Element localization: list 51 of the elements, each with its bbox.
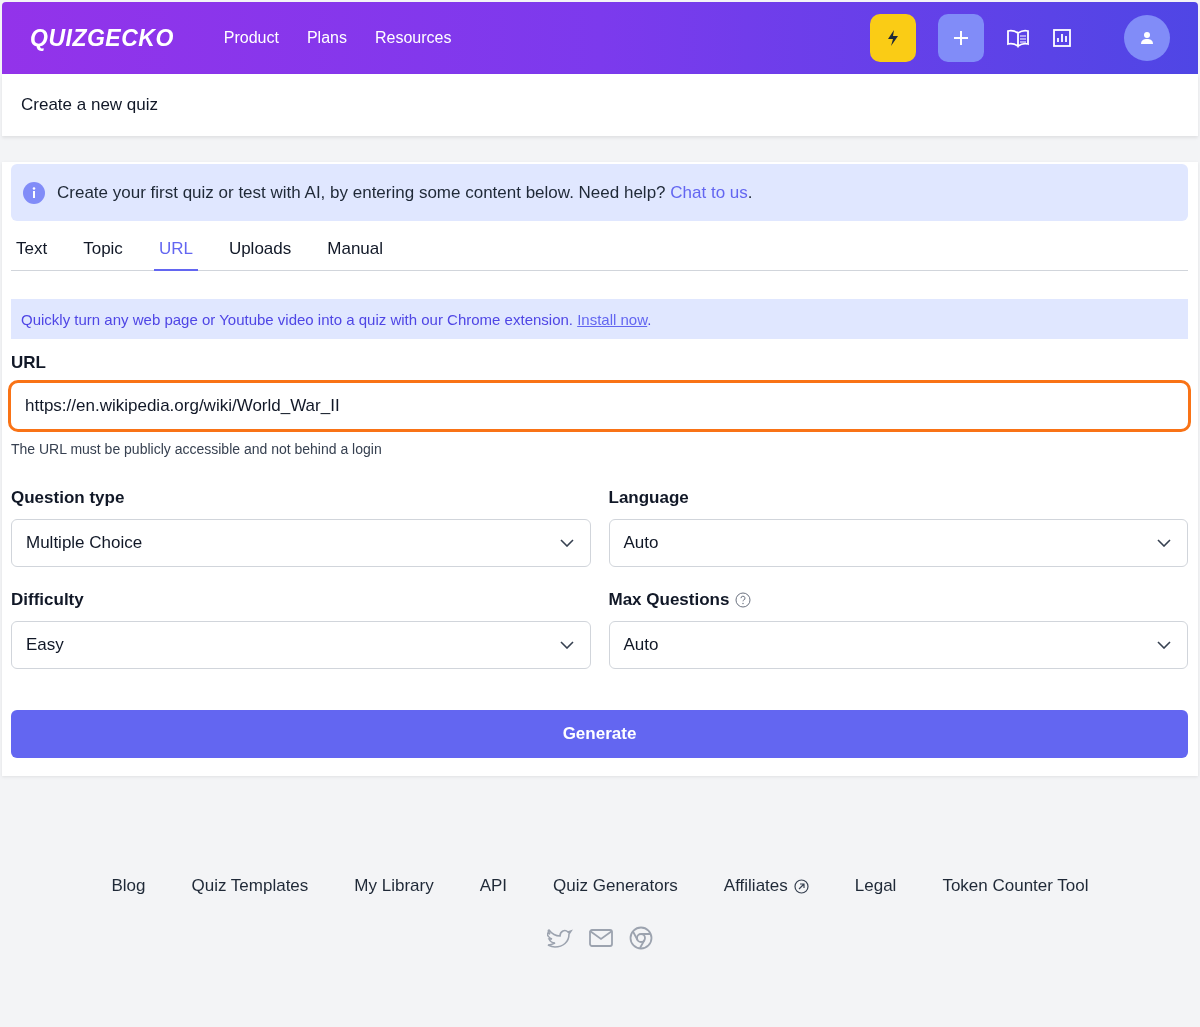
chevron-down-icon — [1157, 539, 1171, 547]
tab[interactable]: Manual — [327, 227, 384, 271]
select-field[interactable]: Multiple Choice — [11, 519, 591, 567]
user-icon — [1140, 31, 1154, 45]
footer-link[interactable]: Affiliates — [723, 876, 788, 896]
field-label: Difficulty — [11, 590, 84, 610]
help-icon[interactable] — [735, 592, 752, 608]
footer-link[interactable]: Token Counter Tool — [942, 876, 1089, 896]
select-field[interactable]: Auto — [608, 621, 1188, 669]
tab[interactable]: Text — [16, 227, 48, 271]
nav-link[interactable]: Plans — [306, 29, 347, 47]
nav-link[interactable]: Resources — [374, 29, 452, 47]
logo[interactable]: QUIZGECKO — [30, 24, 174, 52]
info-text: Create your first quiz or test with AI, by entering some content below. Need help? Chat to us. — [57, 182, 753, 203]
field-label: Language — [608, 488, 689, 508]
tab[interactable]: Uploads — [228, 227, 292, 271]
add-button[interactable] — [938, 14, 984, 62]
mail-icon[interactable] — [589, 929, 613, 947]
field-label: Max Questions — [608, 590, 730, 610]
page-title: Create a new quiz — [21, 95, 159, 115]
field-hint: The URL must be publicly accessible and not behind a login — [11, 441, 383, 457]
chevron-down-icon — [1157, 641, 1171, 649]
footer-link[interactable]: API — [479, 876, 508, 896]
lightning-button[interactable] — [870, 14, 916, 62]
footer-link[interactable]: Quiz Templates — [191, 876, 309, 896]
info-icon — [23, 181, 45, 204]
select-field[interactable]: Auto — [608, 519, 1188, 567]
footer-link[interactable]: Legal — [854, 876, 897, 896]
select-field[interactable]: Easy — [11, 621, 591, 669]
chevron-down-icon — [559, 539, 574, 547]
footer-link[interactable]: My Library — [354, 876, 434, 896]
tab[interactable]: Topic — [83, 227, 123, 271]
footer-link[interactable]: Blog — [111, 876, 146, 896]
chrome-icon[interactable] — [629, 926, 653, 950]
chat-link[interactable]: Chat to us — [670, 182, 748, 202]
generate-button[interactable]: Generate — [11, 710, 1188, 758]
plus-icon — [953, 30, 969, 46]
notice-text: Quickly turn any web page or Youtube video into a quiz with our Chrome extension. Install now. — [21, 310, 652, 328]
tab[interactable]: URL — [153, 227, 198, 271]
nav-link[interactable]: Product — [223, 29, 279, 47]
url-field[interactable]: https://en.wikipedia.org/wiki/World_War_II — [8, 380, 1191, 432]
footer-link[interactable]: Quiz Generators — [553, 876, 678, 896]
lightning-icon — [885, 29, 901, 47]
book-icon[interactable] — [1006, 28, 1030, 48]
bar-chart-icon[interactable] — [1052, 28, 1072, 48]
avatar-button[interactable] — [1124, 15, 1170, 61]
external-link-icon — [793, 878, 809, 894]
field-label: Question type — [11, 488, 125, 508]
bird-icon[interactable] — [547, 927, 573, 949]
chevron-down-icon — [559, 641, 574, 649]
field-label: URL — [11, 353, 47, 373]
